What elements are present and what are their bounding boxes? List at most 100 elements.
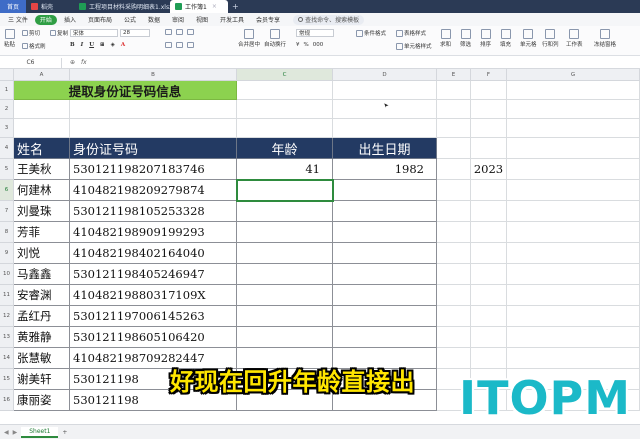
merge-center-button[interactable]: 合并居中 <box>238 29 260 48</box>
next-sheet-icon[interactable]: ▶ <box>13 429 18 436</box>
menu-item-0[interactable]: 三 文件 <box>3 15 33 25</box>
formula-input[interactable] <box>93 58 640 68</box>
copy-button[interactable]: 复制 <box>50 29 68 37</box>
thousands-icon[interactable]: 000 <box>313 42 324 48</box>
id-cell[interactable]: 530121198207183746 <box>70 159 237 180</box>
column-header-f[interactable]: F <box>471 69 507 81</box>
paste-button[interactable]: 粘贴 <box>4 29 15 48</box>
fill-button[interactable]: 填充 <box>500 29 511 48</box>
grid-cell[interactable] <box>70 100 237 119</box>
grid-cell[interactable] <box>437 222 471 243</box>
border-icon[interactable]: ⊞ <box>100 42 105 48</box>
row-header-4[interactable]: 4 <box>0 138 14 159</box>
grid-cell[interactable] <box>471 201 507 222</box>
column-header-b[interactable]: B <box>70 69 237 81</box>
grid-cell[interactable] <box>471 243 507 264</box>
menu-item-7[interactable]: 视图 <box>191 15 213 25</box>
fill-color-icon[interactable]: ◈ <box>111 42 115 48</box>
birth-cell[interactable] <box>333 306 437 327</box>
birth-cell[interactable] <box>333 264 437 285</box>
font-color-icon[interactable]: A <box>121 42 125 48</box>
id-cell[interactable]: 41048219880317109X <box>70 285 237 306</box>
freeze-button[interactable]: 冻结窗格 <box>594 29 616 48</box>
grid-cell[interactable] <box>507 264 640 285</box>
row-header-8[interactable]: 8 <box>0 222 14 243</box>
menu-item-1[interactable]: 开始 <box>34 14 57 25</box>
id-cell[interactable]: 530121198605106420 <box>70 327 237 348</box>
align-center-icon[interactable] <box>176 29 183 35</box>
bold-button[interactable]: B <box>70 42 75 48</box>
grid-cell[interactable] <box>471 119 507 138</box>
name-cell[interactable]: 芳菲 <box>14 222 70 243</box>
name-cell[interactable]: 谢美轩 <box>14 369 70 390</box>
row-header-15[interactable]: 15 <box>0 369 14 390</box>
grid-cell[interactable] <box>437 159 471 180</box>
grid-cell[interactable] <box>471 348 507 369</box>
grid-cell[interactable] <box>507 119 640 138</box>
age-cell[interactable] <box>237 285 333 306</box>
name-cell[interactable]: 刘悦 <box>14 243 70 264</box>
row-header-13[interactable]: 13 <box>0 327 14 348</box>
table-header-id[interactable]: 身份证号码 <box>70 138 237 159</box>
name-cell[interactable]: 王美秋 <box>14 159 70 180</box>
name-cell[interactable]: 安睿渊 <box>14 285 70 306</box>
grid-cell[interactable] <box>437 201 471 222</box>
grid-cell[interactable] <box>471 285 507 306</box>
name-cell[interactable]: 康丽姿 <box>14 390 70 411</box>
grid-cell[interactable] <box>437 348 471 369</box>
worksheet-button[interactable]: 工作表 <box>566 29 583 48</box>
sort-button[interactable]: 排序 <box>480 29 491 48</box>
age-cell[interactable] <box>237 306 333 327</box>
row-header-1[interactable]: 1 <box>0 81 14 100</box>
year-cell[interactable]: 2023 <box>471 159 507 180</box>
tab-file[interactable]: 工程项目材料采购明细表1.xlsx <box>74 0 170 13</box>
name-cell[interactable]: 何建林 <box>14 180 70 201</box>
row-header-6[interactable]: 6 <box>0 180 14 201</box>
grid-cell[interactable] <box>507 348 640 369</box>
tab-workbook1[interactable]: 工作簿1 × <box>170 0 228 13</box>
conditional-format-button[interactable]: 条件格式 <box>356 29 386 37</box>
grid-cell[interactable] <box>507 306 640 327</box>
grid-cell[interactable] <box>333 119 437 138</box>
menu-item-4[interactable]: 公式 <box>119 15 141 25</box>
sheet-tab[interactable]: Sheet1 <box>21 426 59 438</box>
grid-cell[interactable] <box>437 138 471 159</box>
column-header-e[interactable]: E <box>437 69 471 81</box>
name-box[interactable]: C6 <box>0 57 62 68</box>
grid-cell[interactable] <box>507 100 640 119</box>
grid-cell[interactable] <box>471 180 507 201</box>
grid-cell[interactable] <box>507 201 640 222</box>
age-cell[interactable] <box>237 327 333 348</box>
grid-cell[interactable] <box>507 180 640 201</box>
number-format-select[interactable]: 常规 <box>296 29 334 37</box>
percent-icon[interactable]: % <box>304 42 309 48</box>
grid-cell[interactable] <box>70 119 237 138</box>
tab-docer[interactable]: 稻壳 <box>26 0 74 13</box>
grid-cell[interactable] <box>437 306 471 327</box>
align-top-icon[interactable] <box>165 42 172 48</box>
grid-cell[interactable] <box>507 159 640 180</box>
name-cell[interactable]: 张慧敏 <box>14 348 70 369</box>
age-cell[interactable] <box>237 201 333 222</box>
auto-wrap-button[interactable]: 自动换行 <box>264 29 286 48</box>
filter-button[interactable]: 筛选 <box>460 29 471 48</box>
select-all-corner[interactable] <box>0 69 14 81</box>
grid-cell[interactable] <box>471 264 507 285</box>
row-header-10[interactable]: 10 <box>0 264 14 285</box>
sheet-title[interactable]: 提取身份证号码信息 <box>14 81 237 100</box>
grid-cell[interactable] <box>333 81 437 100</box>
grid-cell[interactable] <box>437 180 471 201</box>
align-bottom-icon[interactable] <box>187 42 194 48</box>
name-cell[interactable]: 黄雅静 <box>14 327 70 348</box>
table-header-birth[interactable]: 出生日期 <box>333 138 437 159</box>
birth-cell[interactable] <box>333 180 437 201</box>
age-cell[interactable] <box>237 264 333 285</box>
format-painter-button[interactable]: 格式刷 <box>22 42 46 50</box>
menu-item-6[interactable]: 审阅 <box>167 15 189 25</box>
grid-cell[interactable] <box>471 81 507 100</box>
grid-cell[interactable] <box>507 285 640 306</box>
command-search[interactable]: 查找命令、搜索模板 <box>293 14 365 25</box>
cell-button[interactable]: 单元格 <box>520 29 537 48</box>
age-cell[interactable] <box>237 222 333 243</box>
currency-icon[interactable]: ¥ <box>296 42 300 48</box>
